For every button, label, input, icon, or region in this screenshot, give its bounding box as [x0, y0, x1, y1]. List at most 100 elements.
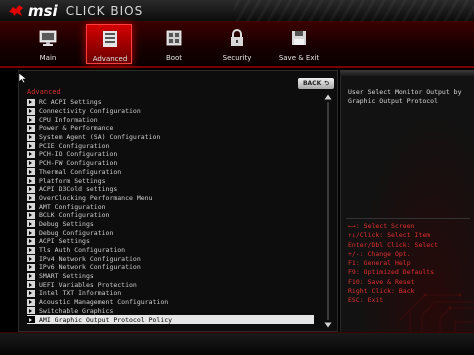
scrollbar[interactable] [324, 94, 332, 328]
menu-item-label: Acoustic Management Configuration [39, 298, 169, 307]
tab-label: Advanced [92, 55, 128, 63]
submenu-arrow-icon [27, 281, 35, 289]
menu-item-label: CPU Information [39, 115, 98, 124]
menu-item-label: OverClocking Performance Menu [39, 193, 153, 202]
msi-logo: msi [28, 2, 58, 20]
menu-item-label: ACPI D3Cold settings [39, 185, 118, 194]
menu-item-label: Platform Settings [39, 176, 106, 185]
help-panel-header [340, 70, 474, 76]
menu-item-debug-configuration[interactable]: Debug Configuration [27, 228, 317, 237]
scroll-track[interactable] [327, 102, 329, 320]
submenu-arrow-icon [27, 316, 35, 324]
menu-item-label: Tls Auth Configuration [39, 246, 126, 255]
submenu-arrow-icon [27, 124, 35, 132]
submenu-arrow-icon [27, 237, 35, 245]
menu-item-switchable-graphics[interactable]: Switchable Graphics [27, 307, 317, 316]
mouse-cursor-icon [18, 72, 28, 84]
product-name: CLICK BIOS [65, 4, 144, 18]
back-button[interactable]: BACK ⮌ [298, 78, 334, 89]
return-icon: ⮌ [324, 79, 330, 87]
menu-item-pcie-configuration[interactable]: PCIE Configuration [27, 141, 317, 150]
section-title: Advanced [27, 88, 61, 96]
menu-item-pch-fw-configuration[interactable]: PCH-FW Configuration [27, 159, 317, 168]
menu-item-label: ACPI Settings [39, 237, 90, 246]
submenu-arrow-icon [27, 229, 35, 237]
menu-item-platform-settings[interactable]: Platform Settings [27, 176, 317, 185]
menu-item-acpi-settings[interactable]: ACPI Settings [27, 237, 317, 246]
header-pattern [234, 0, 474, 22]
menu-item-rc-acpi-settings[interactable]: RC ACPI Settings [27, 98, 317, 107]
submenu-arrow-icon [27, 203, 35, 211]
menu-item-connectivity-configuration[interactable]: Connectivity Configuration [27, 107, 317, 116]
submenu-arrow-icon [27, 289, 35, 297]
submenu-arrow-icon [27, 307, 35, 315]
menu-item-system-agent-configuration[interactable]: System Agent (SA) Configuration [27, 133, 317, 142]
menu-item-label: IPv6 Network Configuration [39, 263, 141, 272]
submenu-arrow-icon [27, 246, 35, 254]
menu-item-pch-io-configuration[interactable]: PCH-IO Configuration [27, 150, 317, 159]
menu-item-uefi-variables-protection[interactable]: UEFI Variables Protection [27, 280, 317, 289]
menu-item-debug-settings[interactable]: Debug Settings [27, 220, 317, 229]
lock-icon [231, 29, 243, 46]
brand: msi CLICK BIOS [8, 2, 144, 20]
menu-item-acpi-d3cold-settings[interactable]: ACPI D3Cold settings [27, 185, 317, 194]
menu-item-intel-txt-information[interactable]: Intel TXT Information [27, 289, 317, 298]
submenu-arrow-icon [27, 255, 35, 263]
key-hint: ←→: Select Screen [348, 222, 415, 230]
menu-item-label: PCIE Configuration [39, 141, 110, 150]
menu-item-label: BCLK Configuration [39, 211, 110, 220]
circuit-decoration [400, 293, 474, 332]
menu-item-cpu-information[interactable]: CPU Information [27, 115, 317, 124]
help-description: User Select Monitor Output by Graphic Ou… [348, 88, 462, 105]
submenu-arrow-icon [27, 263, 35, 271]
tab-security[interactable]: Security [214, 24, 260, 64]
menu-item-tls-auth-configuration[interactable]: Tls Auth Configuration [27, 246, 317, 255]
menu-item-acoustic-management-configuration[interactable]: Acoustic Management Configuration [27, 298, 317, 307]
menu-item-label: SMART Settings [39, 272, 94, 281]
tab-boot[interactable]: Boot [151, 24, 197, 64]
scroll-down-icon[interactable] [324, 322, 332, 328]
menu-item-label: Connectivity Configuration [39, 107, 141, 116]
key-hint: Enter/Dbl Click: Select [348, 240, 439, 249]
menu-item-label: RC ACPI Settings [39, 98, 102, 107]
submenu-arrow-icon [27, 211, 35, 219]
tab-save-exit[interactable]: Save & Exit [276, 24, 322, 64]
submenu-arrow-icon [27, 116, 35, 124]
help-divider [346, 218, 470, 219]
menu-item-label: PCH-FW Configuration [39, 159, 118, 168]
menu-item-ami-graphic-output-protocol-policy[interactable]: AMI Graphic Output Protocol Policy [27, 315, 314, 324]
boot-icon [166, 30, 182, 46]
submenu-arrow-icon [27, 98, 35, 106]
top-bar: msi CLICK BIOS [0, 0, 474, 22]
tab-main[interactable]: Main [25, 24, 71, 64]
menu-item-ipv6-network-configuration[interactable]: IPv6 Network Configuration [27, 263, 317, 272]
menu-item-label: Switchable Graphics [39, 306, 114, 315]
monitor-icon [39, 30, 57, 46]
menu-item-power-performance[interactable]: Power & Performance [27, 124, 317, 133]
menu-item-smart-settings[interactable]: SMART Settings [27, 272, 317, 281]
menu-item-label: UEFI Variables Protection [39, 280, 137, 289]
menu-item-thermal-configuration[interactable]: Thermal Configuration [27, 168, 317, 177]
menu-item-label: Debug Configuration [39, 228, 114, 237]
menu-item-bclk-configuration[interactable]: BCLK Configuration [27, 211, 317, 220]
menu-item-label: AMT Configuration [39, 202, 106, 211]
menu-item-label: PCH-IO Configuration [39, 150, 118, 159]
menu-item-label: Debug Settings [39, 219, 94, 228]
menu-item-ipv4-network-configuration[interactable]: IPv4 Network Configuration [27, 254, 317, 263]
scroll-up-icon[interactable] [324, 94, 332, 100]
list-icon [103, 31, 117, 47]
tab-label: Security [222, 54, 252, 62]
key-hint: ↑↓/Click: Select Item [348, 231, 431, 240]
settings-menu: RC ACPI Settings Connectivity Configurat… [27, 98, 317, 324]
submenu-arrow-icon [27, 107, 35, 115]
menu-item-label: Power & Performance [39, 124, 114, 133]
bottom-bar [0, 332, 474, 355]
menu-item-overclocking-performance-menu[interactable]: OverClocking Performance Menu [27, 194, 317, 203]
floppy-icon [292, 31, 306, 45]
submenu-arrow-icon [27, 298, 35, 306]
tab-advanced[interactable]: Advanced [86, 24, 132, 64]
submenu-arrow-icon [27, 142, 35, 150]
nav-bar: Main Advanced Boot Security Save & Exit [0, 22, 474, 68]
menu-item-amt-configuration[interactable]: AMT Configuration [27, 202, 317, 211]
submenu-arrow-icon [27, 133, 35, 141]
